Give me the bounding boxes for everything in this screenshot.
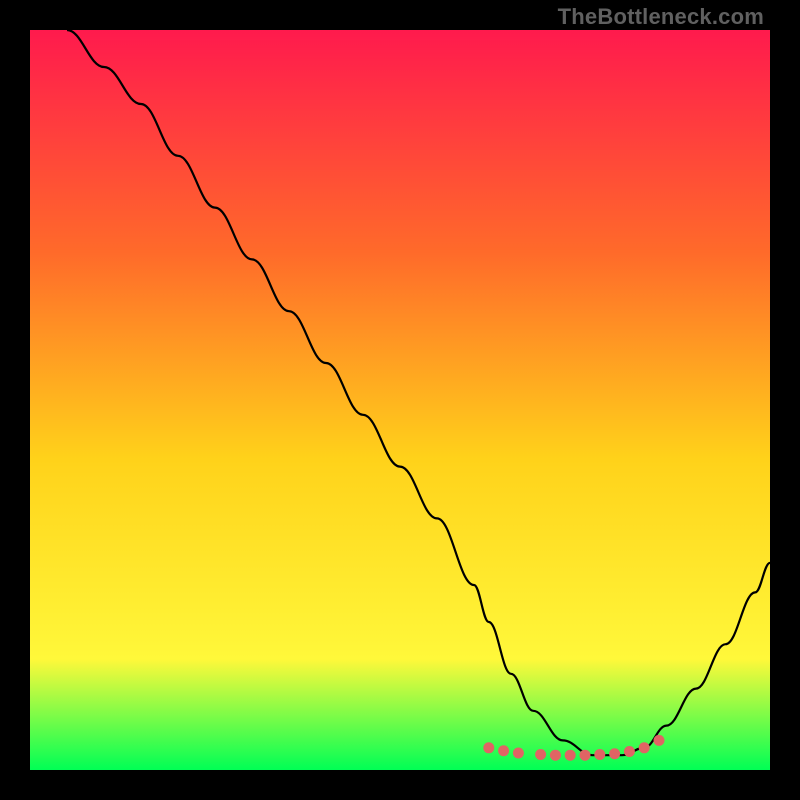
watermark-text: TheBottleneck.com: [558, 4, 764, 30]
bottleneck-chart: [30, 30, 770, 770]
highlight-dot: [654, 735, 665, 746]
highlight-dot: [565, 750, 576, 761]
highlight-dot: [483, 742, 494, 753]
highlight-dot: [639, 742, 650, 753]
chart-background: [30, 30, 770, 770]
highlight-dot: [609, 748, 620, 759]
highlight-dot: [513, 747, 524, 758]
highlight-dot: [550, 750, 561, 761]
highlight-dot: [535, 749, 546, 760]
highlight-dot: [498, 745, 509, 756]
highlight-dot: [624, 746, 635, 757]
chart-frame: [30, 30, 770, 770]
highlight-dot: [580, 750, 591, 761]
highlight-dot: [594, 749, 605, 760]
